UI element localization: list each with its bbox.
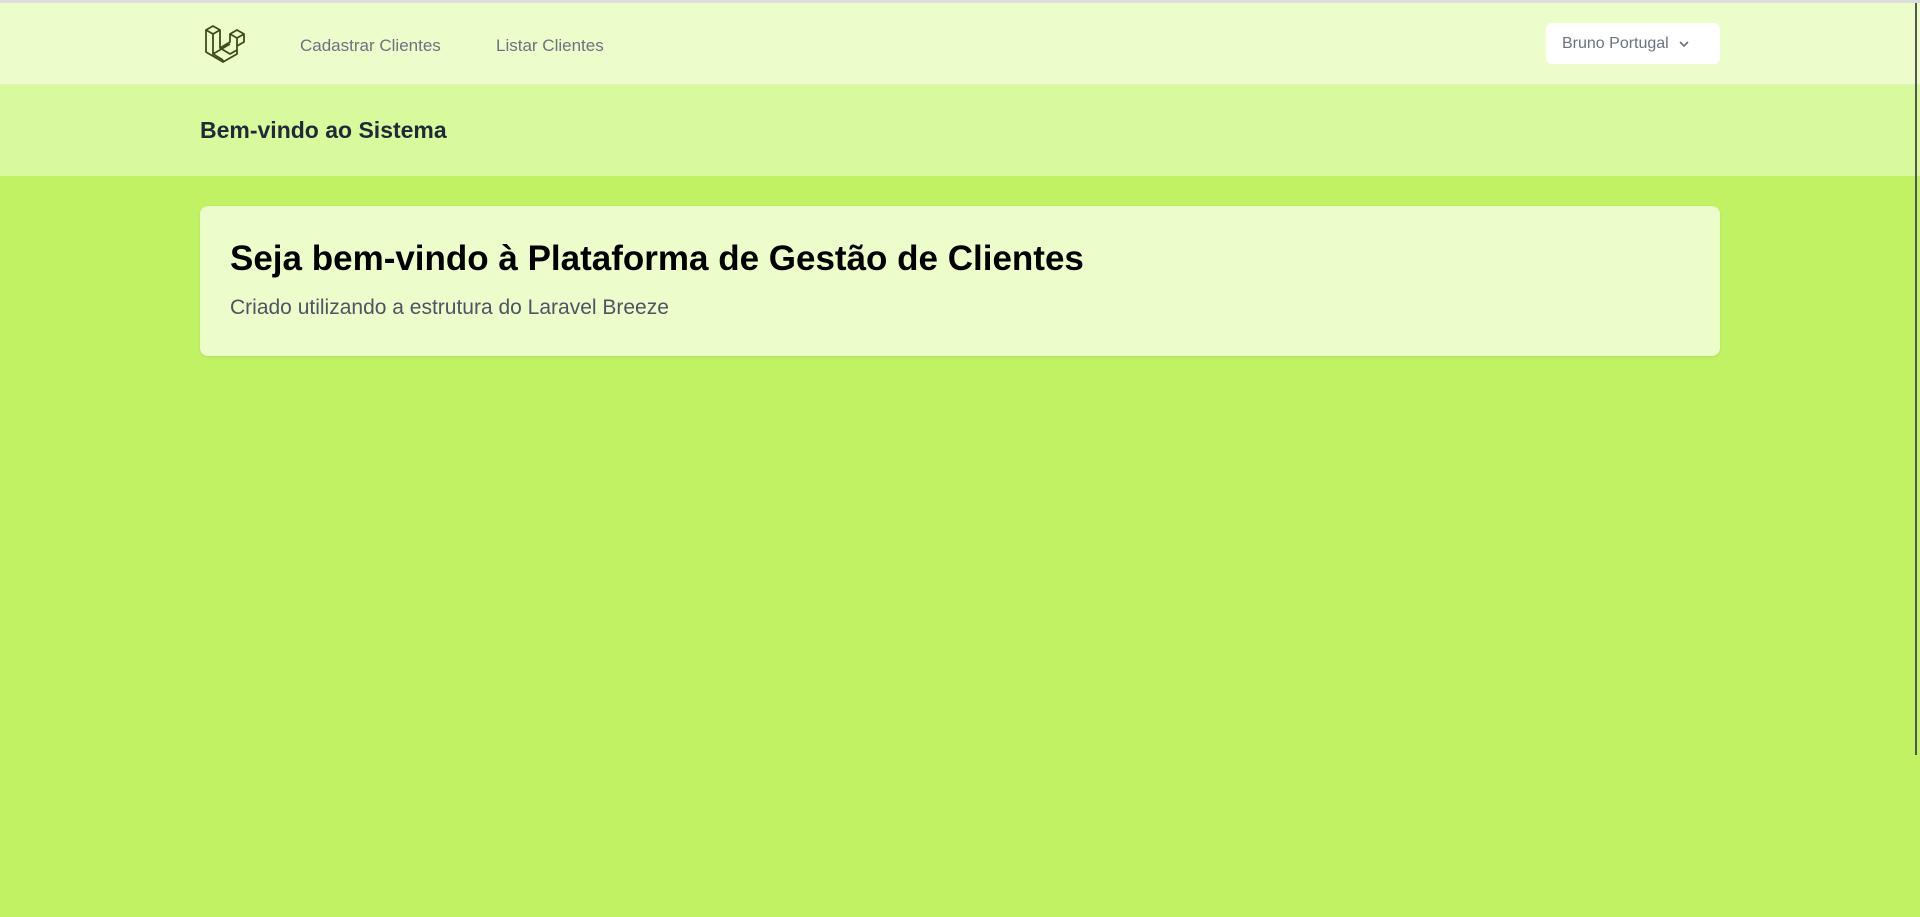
chevron-down-icon — [1678, 38, 1690, 50]
top-navbar: Cadastrar Clientes Listar Clientes Bruno… — [0, 3, 1920, 85]
nav-link-listar-clientes[interactable]: Listar Clientes — [496, 36, 604, 56]
welcome-heading: Seja bem-vindo à Plataforma de Gestão de… — [230, 239, 1084, 278]
page-header: Bem-vindo ao Sistema — [0, 85, 1920, 176]
user-menu-button[interactable]: Bruno Portugal — [1546, 23, 1720, 64]
welcome-subtitle: Criado utilizando a estrutura do Laravel… — [230, 296, 669, 319]
laravel-logo-icon[interactable] — [203, 24, 245, 66]
welcome-card: Seja bem-vindo à Plataforma de Gestão de… — [200, 206, 1720, 356]
vertical-scrollbar[interactable] — [1915, 3, 1917, 755]
page-title: Bem-vindo ao Sistema — [200, 117, 447, 143]
nav-link-cadastrar-clientes[interactable]: Cadastrar Clientes — [300, 36, 441, 56]
user-name: Bruno Portugal — [1562, 34, 1669, 52]
